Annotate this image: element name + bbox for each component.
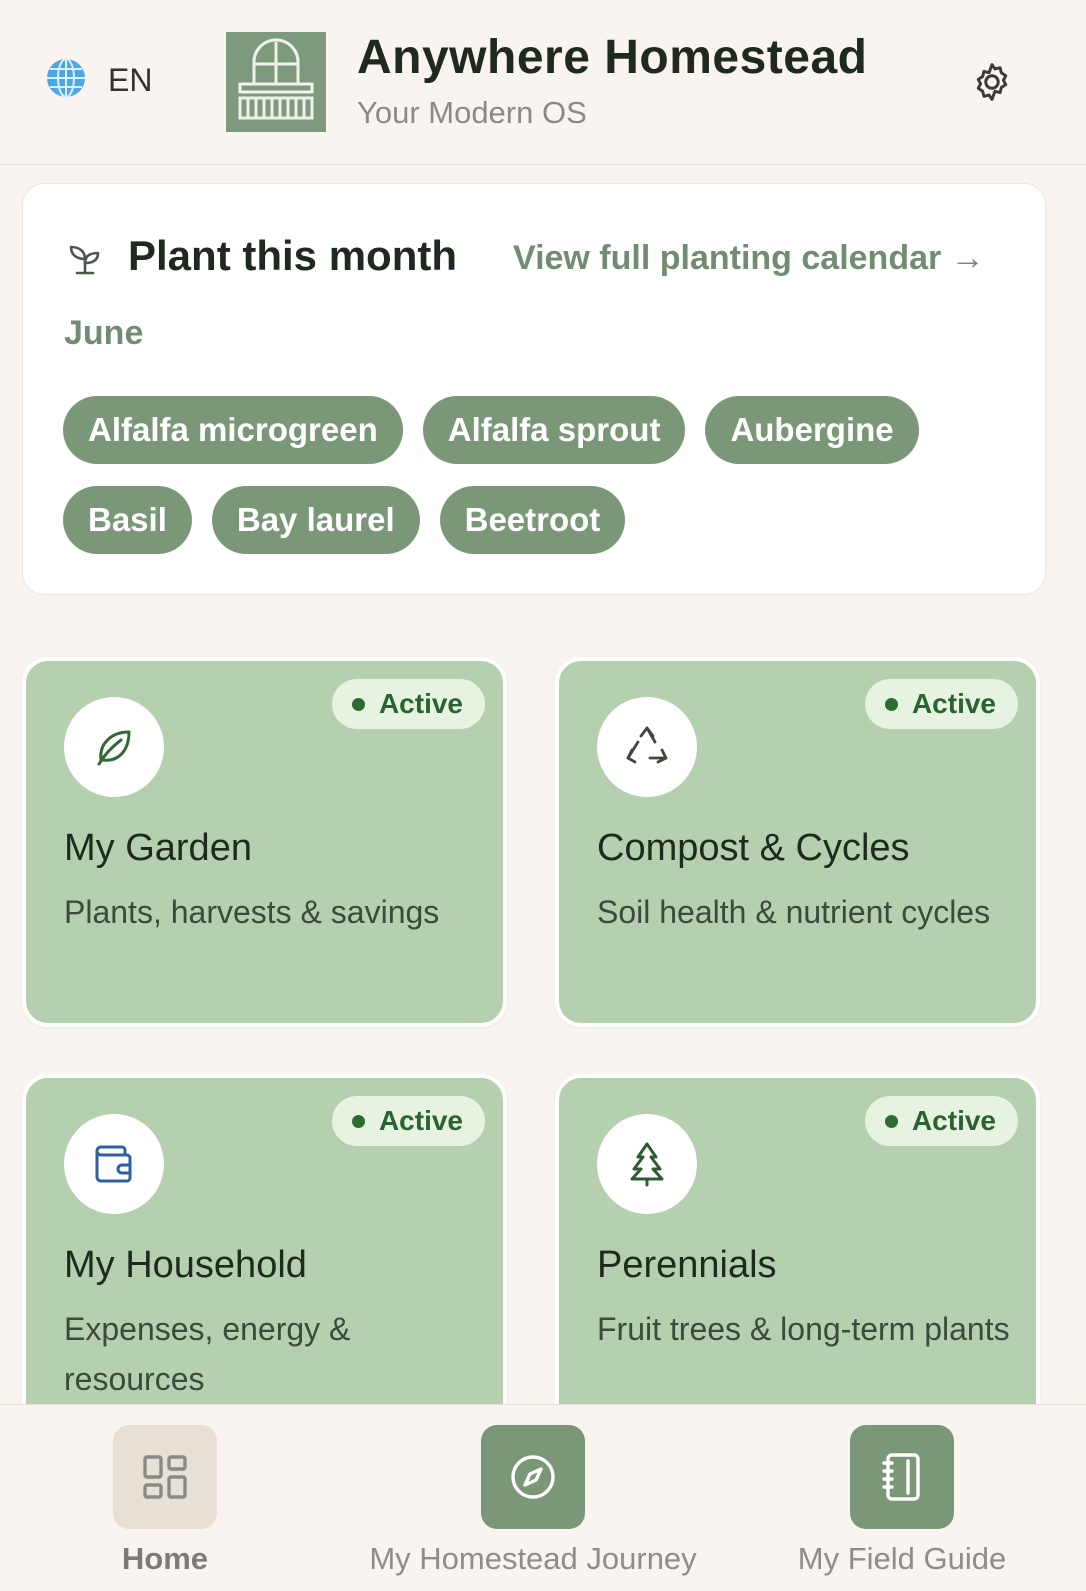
status-badge: Active (864, 679, 1018, 729)
module-card-my-garden[interactable]: Active My Garden Plants, harvests & savi… (22, 657, 507, 1027)
plant-chip[interactable]: Beetroot (439, 486, 626, 554)
language-selector[interactable]: EN (44, 56, 153, 105)
homestead-logo (226, 32, 326, 132)
view-planting-calendar-link[interactable]: View full planting calendar → (513, 239, 985, 278)
module-title: My Garden (64, 827, 252, 869)
app-title: Anywhere Homestead (357, 31, 868, 84)
status-dot (884, 697, 898, 711)
status-label: Active (378, 1105, 463, 1136)
globe-icon (44, 56, 88, 105)
current-month: June (64, 314, 144, 352)
status-badge: Active (331, 1096, 485, 1146)
gear-icon (970, 63, 1014, 108)
status-badge: Active (864, 1096, 1018, 1146)
plant-this-month-title: Plant this month (128, 232, 457, 279)
status-label: Active (378, 688, 463, 719)
compass-icon (481, 1425, 585, 1529)
status-label: Active (911, 1105, 996, 1136)
status-dot (884, 1114, 898, 1128)
nav-homestead-journey[interactable]: My Homestead Journey (353, 1405, 713, 1591)
bottom-navigation: Home My Homestead Journey My Field Guide (0, 1404, 1086, 1590)
app-subtitle: Your Modern OS (357, 95, 587, 130)
plant-chip[interactable]: Aubergine (705, 396, 919, 464)
plant-chip[interactable]: Alfalfa sprout (422, 396, 686, 464)
nav-field-guide[interactable]: My Field Guide (787, 1405, 1017, 1591)
nav-label: Home (121, 1541, 209, 1576)
status-dot (351, 1114, 365, 1128)
status-badge: Active (331, 679, 485, 729)
nav-home[interactable]: Home (95, 1405, 235, 1591)
plant-this-month-card: Plant this month View full planting cale… (22, 183, 1046, 595)
module-title: Compost & Cycles (597, 827, 910, 869)
nav-label: My Homestead Journey (369, 1541, 697, 1576)
notebook-icon (850, 1425, 954, 1529)
tree-icon (597, 1114, 697, 1214)
plant-chip-list: Alfalfa microgreen Alfalfa sprout Auberg… (63, 396, 1023, 554)
settings-button[interactable] (970, 60, 1014, 104)
module-description: Plants, harvests & savings (64, 894, 440, 930)
grid-icon (113, 1425, 217, 1529)
module-card-compost-cycles[interactable]: Active Compost & Cycles Soil health & nu… (555, 657, 1040, 1027)
module-description: Soil health & nutrient cycles (597, 894, 991, 930)
plant-chip[interactable]: Bay laurel (211, 486, 420, 554)
module-title: Perennials (597, 1244, 777, 1286)
app-header: EN Anywhere Homestead Your Modern OS (0, 0, 1086, 165)
plant-chip[interactable]: Alfalfa microgreen (63, 396, 403, 464)
leaf-icon (64, 697, 164, 797)
nav-label: My Field Guide (797, 1541, 1007, 1576)
module-description: Fruit trees & long-term plants (597, 1311, 1010, 1347)
module-title: My Household (64, 1244, 307, 1286)
plant-chip[interactable]: Basil (63, 486, 192, 554)
sprout-icon (65, 239, 105, 279)
status-dot (351, 697, 365, 711)
wallet-icon (64, 1114, 164, 1214)
module-description: Expenses, energy & resources (64, 1311, 351, 1397)
recycle-icon (597, 697, 697, 797)
language-label: EN (108, 61, 153, 98)
status-label: Active (911, 688, 996, 719)
